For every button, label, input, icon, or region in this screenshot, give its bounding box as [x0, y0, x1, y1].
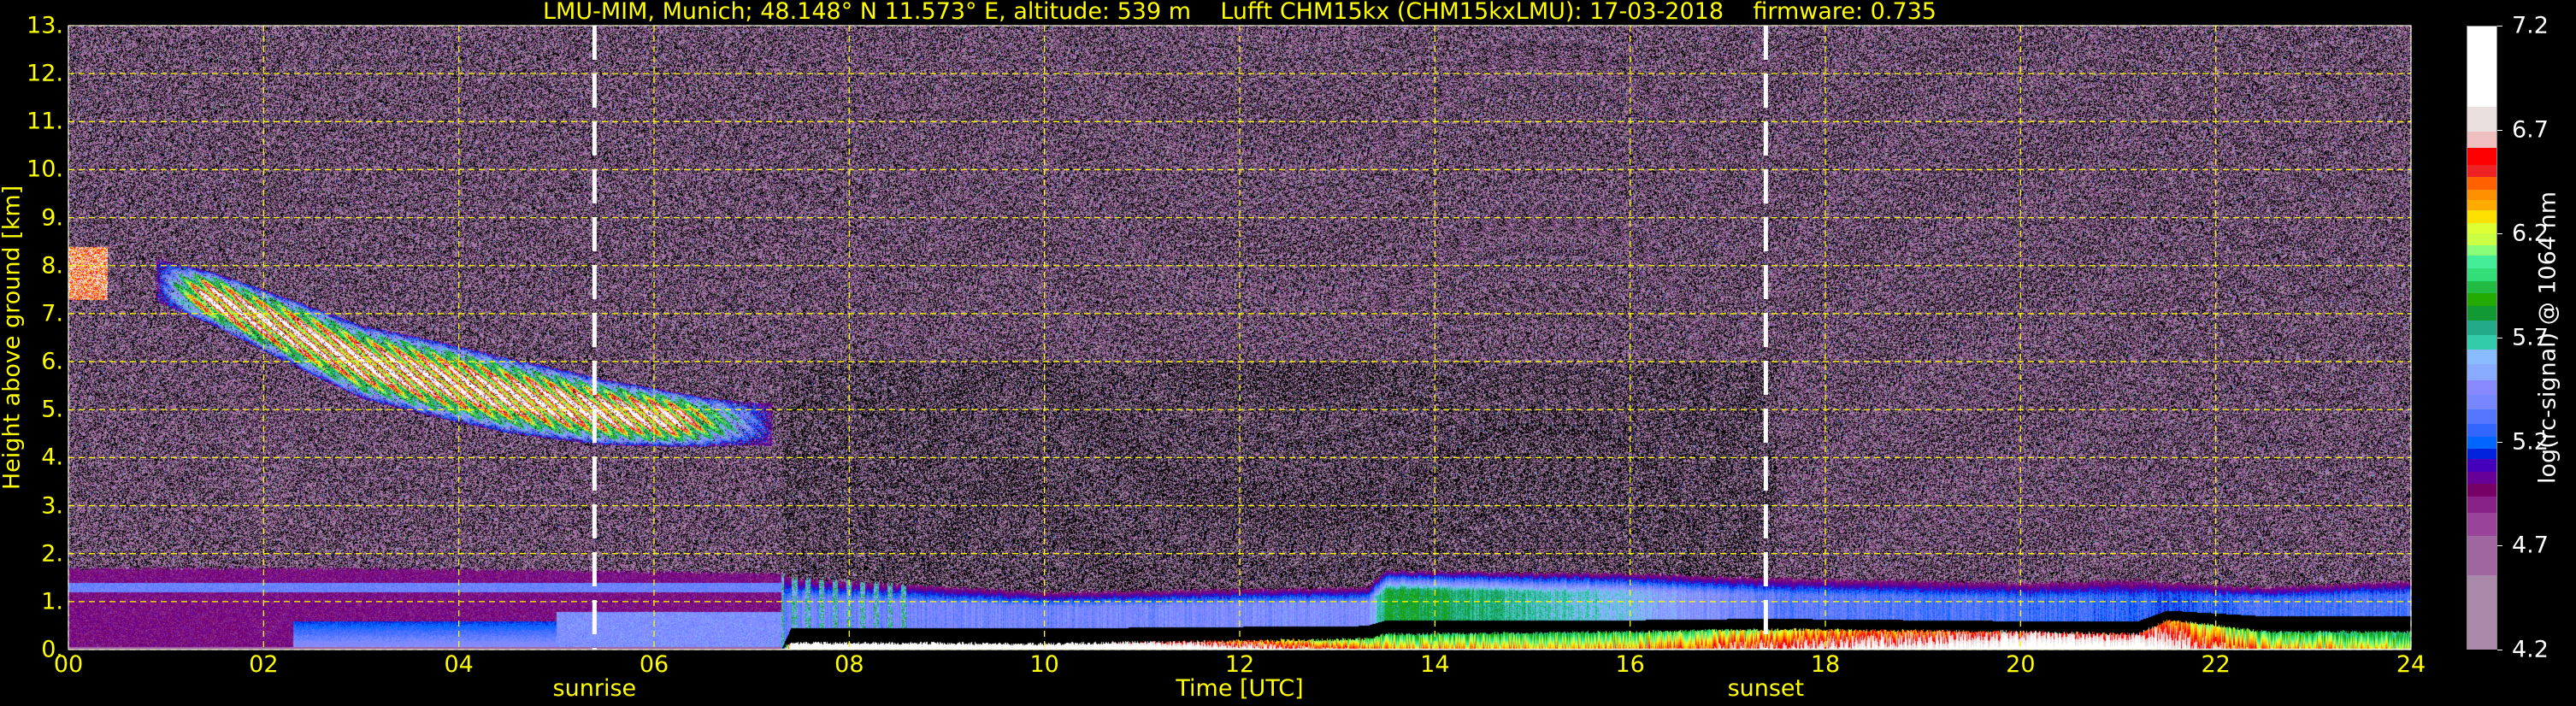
colorbar-tick-label: 4.2: [2512, 636, 2549, 663]
colorbar-segment: [2467, 457, 2496, 472]
colorbar-tick-mark: [2497, 233, 2502, 235]
y-axis-label: Height above ground [km]: [0, 185, 26, 491]
colorbar-segment: [2467, 232, 2496, 246]
colorbar-tick-mark: [2497, 545, 2502, 547]
x-tick-label: 12: [1224, 651, 1255, 678]
colorbar-segment: [2467, 146, 2496, 165]
x-tick-label: 08: [834, 651, 864, 678]
colorbar-tick-label: 4.7: [2512, 532, 2549, 559]
x-tick-label: 06: [639, 651, 669, 678]
colorbar-segment: [2467, 267, 2496, 281]
colorbar-tick-label: 7.2: [2512, 12, 2549, 39]
colorbar-segment: [2467, 362, 2496, 380]
colorbar-label: log(rc-signal) @ 1064 nm: [2534, 191, 2561, 485]
y-tick-label: 12.: [27, 60, 63, 87]
colorbar-segment: [2467, 198, 2496, 210]
x-tick-label: 10: [1029, 651, 1059, 678]
colorbar-segment: [2467, 495, 2496, 514]
y-tick-label: 3.: [41, 492, 63, 520]
y-tick-label: 11.: [27, 108, 63, 135]
colorbar-segment: [2467, 333, 2496, 350]
colorbar-segment: [2467, 130, 2496, 149]
colorbar-segment: [2467, 348, 2496, 364]
colorbar-segment: [2467, 319, 2496, 335]
y-tick-label: 13.: [27, 12, 63, 39]
x-axis-label: Time [UTC]: [1176, 675, 1304, 702]
colorbar-segment: [2467, 163, 2496, 178]
x-tick-label: 14: [1420, 651, 1450, 678]
sunset-label: sunset: [1727, 675, 1805, 702]
colorbar-segment: [2467, 304, 2496, 321]
colorbar-segment: [2467, 447, 2496, 460]
colorbar-segment: [2467, 26, 2496, 107]
x-tick-label: 16: [1615, 651, 1645, 678]
sunrise-label: sunrise: [552, 675, 637, 702]
colorbar-segment: [2467, 254, 2496, 268]
colorbar-segment: [2467, 105, 2496, 132]
colorbar-segment: [2467, 209, 2496, 223]
colorbar-segment: [2467, 435, 2496, 450]
colorbar-segment: [2467, 175, 2496, 190]
colorbar-segment: [2467, 379, 2496, 395]
colorbar-segment: [2467, 511, 2496, 536]
colorbar-segment: [2467, 244, 2496, 256]
x-tick-label: 00: [53, 651, 84, 678]
colorbar-segment: [2467, 422, 2496, 437]
colorbar-segment: [2467, 408, 2496, 424]
colorbar-segment: [2467, 221, 2496, 233]
colorbar-segment: [2467, 279, 2496, 294]
colorbar-segment: [2467, 291, 2496, 306]
y-tick-label: 2.: [41, 540, 63, 568]
colorbar-tick-mark: [2497, 129, 2502, 131]
colorbar-segment: [2467, 574, 2496, 650]
y-tick-label: 10.: [27, 156, 63, 183]
colorbar-tick-mark: [2497, 441, 2502, 443]
x-tick-label: 22: [2201, 651, 2231, 678]
x-tick-label: 20: [2006, 651, 2036, 678]
x-tick-label: 04: [444, 651, 474, 678]
x-tick-label: 24: [2396, 651, 2426, 678]
plot-overlay: [68, 25, 2412, 650]
x-tick-label: 18: [1810, 651, 1841, 678]
colorbar-segment: [2467, 188, 2496, 200]
colorbar-segment: [2467, 393, 2496, 409]
colorbar-segment: [2467, 482, 2496, 497]
chart-title: LMU-MIM, Munich; 48.148° N 11.573° E, al…: [543, 0, 1936, 25]
colorbar-segment: [2467, 534, 2496, 576]
colorbar-segment: [2467, 470, 2496, 485]
colorbar: [2467, 26, 2497, 650]
colorbar-tick-label: 6.7: [2512, 116, 2549, 144]
x-tick-label: 02: [249, 651, 279, 678]
y-tick-label: 1.: [41, 588, 63, 615]
